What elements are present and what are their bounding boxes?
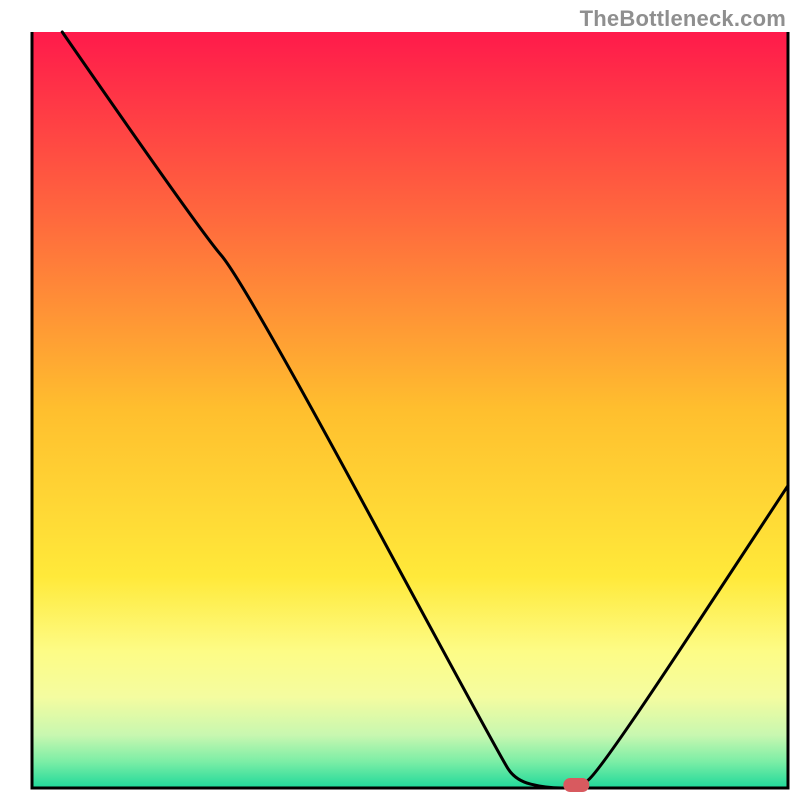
marker-pill: [563, 778, 589, 792]
plot-background: [32, 32, 788, 788]
watermark-text: TheBottleneck.com: [580, 6, 786, 32]
bottleneck-chart: [0, 0, 800, 800]
